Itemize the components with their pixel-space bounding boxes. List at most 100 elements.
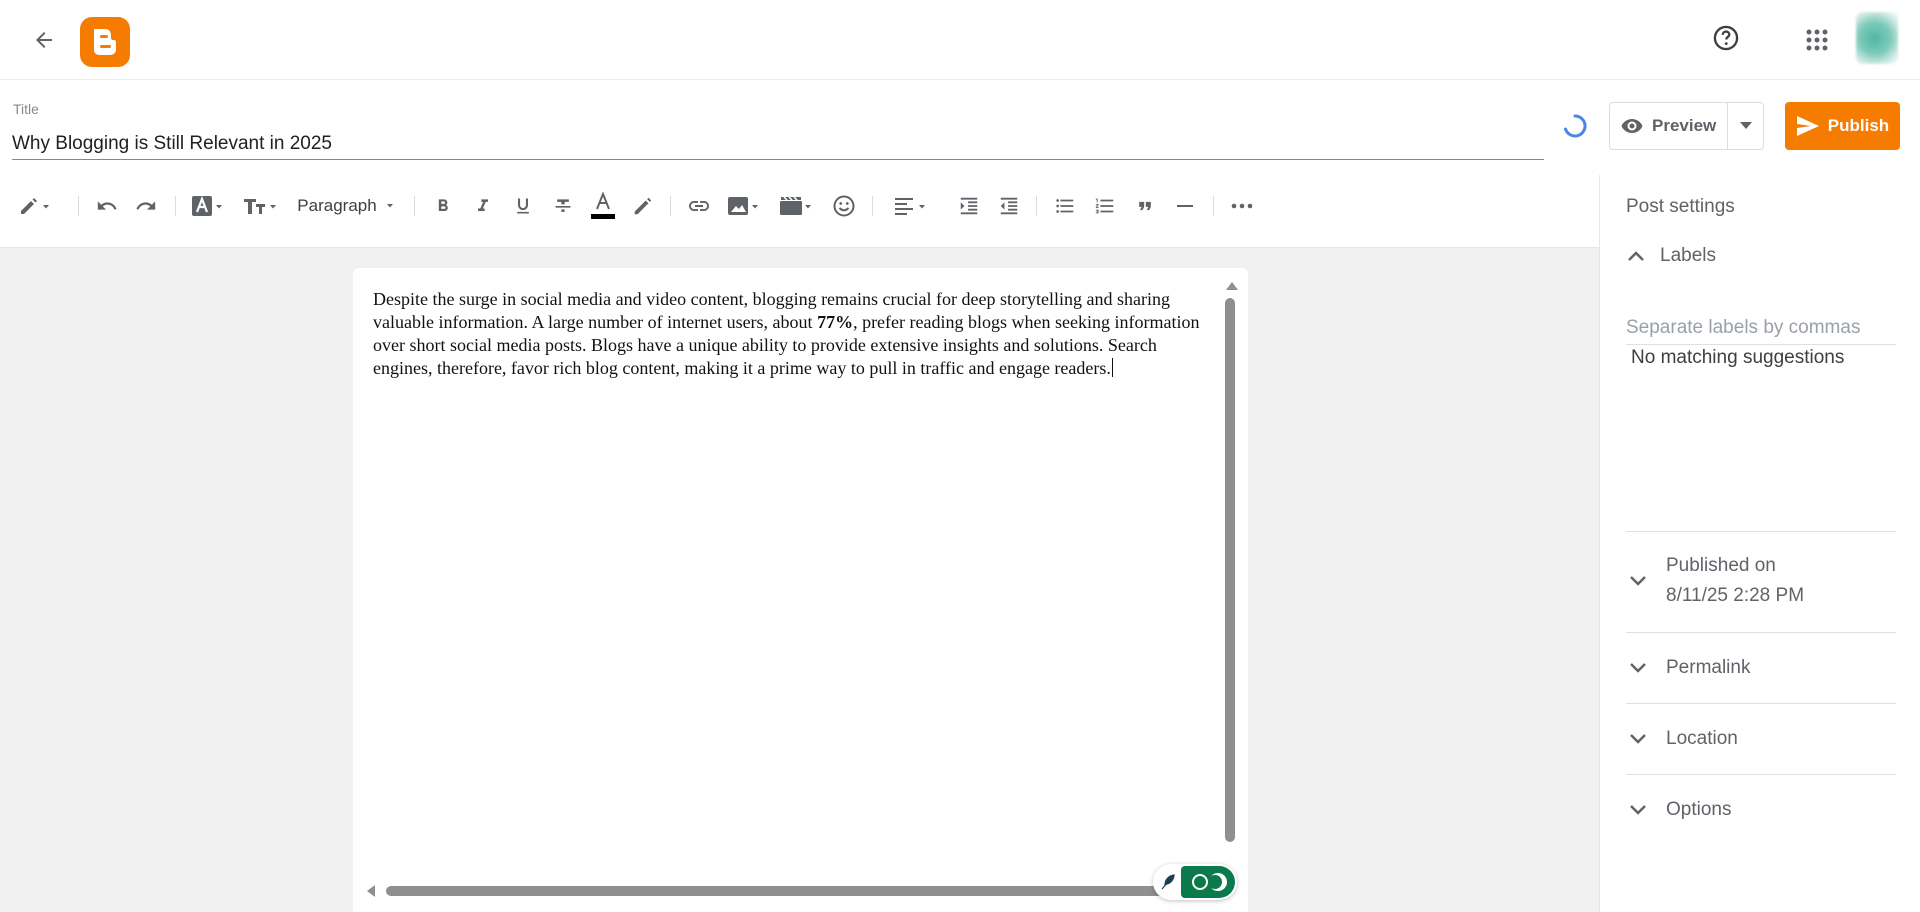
video-icon <box>780 196 811 215</box>
highlight-color-button[interactable] <box>628 190 658 222</box>
section-divider <box>1626 703 1896 704</box>
location-label: Location <box>1666 728 1738 749</box>
vertical-scrollbar[interactable] <box>1223 282 1238 852</box>
more-horizontal-icon <box>1231 203 1253 209</box>
redo-button[interactable] <box>131 190 161 222</box>
labels-heading: Labels <box>1660 245 1716 266</box>
numbered-list-button[interactable] <box>1090 190 1120 222</box>
preview-dropdown-button[interactable] <box>1727 103 1763 149</box>
post-body[interactable]: Despite the surge in social media and vi… <box>373 288 1213 380</box>
section-divider <box>1626 774 1896 775</box>
horizontal-rule-button[interactable] <box>1171 190 1199 222</box>
paragraph-style-dropdown[interactable]: Paragraph <box>296 190 400 222</box>
blogger-logo-icon[interactable] <box>80 17 130 67</box>
underline-button[interactable] <box>509 190 537 222</box>
bulleted-list-icon <box>1056 199 1074 213</box>
preview-button-group: Preview <box>1609 102 1764 150</box>
help-circle-icon <box>1713 25 1739 51</box>
back-button[interactable] <box>24 20 64 60</box>
chevron-up-icon <box>1628 251 1644 261</box>
undo-button[interactable] <box>92 190 122 222</box>
options-label: Options <box>1666 799 1732 820</box>
preview-button[interactable]: Preview <box>1610 103 1727 149</box>
title-label: Title <box>13 101 39 117</box>
insert-video-button[interactable] <box>778 190 816 222</box>
post-title-input[interactable] <box>12 128 1544 160</box>
undo-icon <box>97 201 117 210</box>
publish-button[interactable]: Publish <box>1785 102 1900 150</box>
align-left-icon <box>895 198 925 215</box>
chevron-down-icon <box>1630 734 1646 744</box>
preview-label: Preview <box>1652 116 1717 135</box>
insert-link-button[interactable] <box>684 190 714 222</box>
strikethrough-button[interactable] <box>549 190 577 222</box>
insert-emoji-button[interactable] <box>829 190 859 222</box>
text-color-button[interactable] <box>589 190 617 222</box>
scroll-left-arrow-icon[interactable] <box>367 885 375 897</box>
permalink-section-toggle[interactable]: Permalink <box>1626 656 1750 680</box>
post-settings-panel: Post settings Labels No matching suggest… <box>1599 175 1920 912</box>
editor-page[interactable]: Despite the surge in social media and vi… <box>353 268 1248 912</box>
arrow-back-icon <box>36 32 52 48</box>
outdent-icon <box>1000 197 1018 215</box>
bold-button[interactable] <box>429 190 457 222</box>
pencil-icon <box>21 198 49 214</box>
text-size-icon <box>244 199 276 214</box>
toolbar-separator <box>872 196 873 216</box>
published-on-value: 8/11/25 2:28 PM <box>1666 585 1805 606</box>
more-options-button[interactable] <box>1227 190 1257 222</box>
toolbar-separator <box>175 196 176 216</box>
post-body-bold-text: 77% <box>817 312 854 332</box>
italic-icon <box>478 199 488 211</box>
text-color-icon <box>591 192 615 219</box>
options-section-toggle[interactable]: Options <box>1626 798 1731 822</box>
highlighter-icon <box>634 197 652 215</box>
quill-icon <box>1161 874 1175 890</box>
account-avatar[interactable] <box>1856 12 1898 64</box>
published-on-label: Published on <box>1666 555 1776 576</box>
outdent-button[interactable] <box>994 190 1024 222</box>
indent-icon <box>960 197 978 215</box>
alignment-button[interactable] <box>892 190 932 222</box>
chevron-down-icon <box>1630 663 1646 673</box>
grammar-checker-icon <box>1181 866 1235 898</box>
italic-button[interactable] <box>469 190 497 222</box>
quote-button[interactable] <box>1131 190 1159 222</box>
toolbar-separator <box>1036 196 1037 216</box>
extension-badge[interactable] <box>1153 864 1237 900</box>
indent-button[interactable] <box>954 190 984 222</box>
numbered-list-icon <box>1095 198 1114 214</box>
vertical-scroll-thumb[interactable] <box>1225 298 1235 842</box>
help-button[interactable] <box>1706 18 1746 58</box>
bulleted-list-button[interactable] <box>1050 190 1080 222</box>
apps-button[interactable] <box>1797 20 1837 60</box>
toolbar-separator <box>670 196 671 216</box>
font-style-icon <box>192 195 222 216</box>
paragraph-label: Paragraph <box>297 196 377 215</box>
top-bar <box>0 0 1920 80</box>
published-on-section-toggle[interactable]: Published on 8/11/25 2:28 PM <box>1626 551 1804 611</box>
link-icon <box>689 201 709 211</box>
labels-input[interactable] <box>1626 311 1896 345</box>
insert-image-button[interactable] <box>726 190 764 222</box>
section-divider <box>1626 531 1896 532</box>
loading-spinner-icon <box>1564 114 1587 138</box>
post-settings-title: Post settings <box>1626 196 1735 217</box>
underline-icon <box>517 198 529 214</box>
compose-mode-button[interactable] <box>12 190 58 222</box>
horizontal-line-icon <box>1177 205 1193 207</box>
font-style-button[interactable] <box>190 190 228 222</box>
labels-section-toggle[interactable]: Labels <box>1626 245 1716 267</box>
location-section-toggle[interactable]: Location <box>1626 727 1738 751</box>
chevron-down-icon <box>1630 576 1646 586</box>
bold-icon <box>438 199 448 211</box>
quote-icon <box>1139 201 1151 211</box>
eye-icon <box>1621 119 1643 133</box>
caret-down-icon <box>386 204 393 208</box>
horizontal-scroll-thumb[interactable] <box>386 886 1172 896</box>
scroll-up-arrow-icon[interactable] <box>1226 282 1238 290</box>
font-size-button[interactable] <box>242 190 282 222</box>
section-divider <box>1626 632 1896 633</box>
chevron-down-icon <box>1630 805 1646 815</box>
apps-grid-icon <box>1806 29 1828 51</box>
